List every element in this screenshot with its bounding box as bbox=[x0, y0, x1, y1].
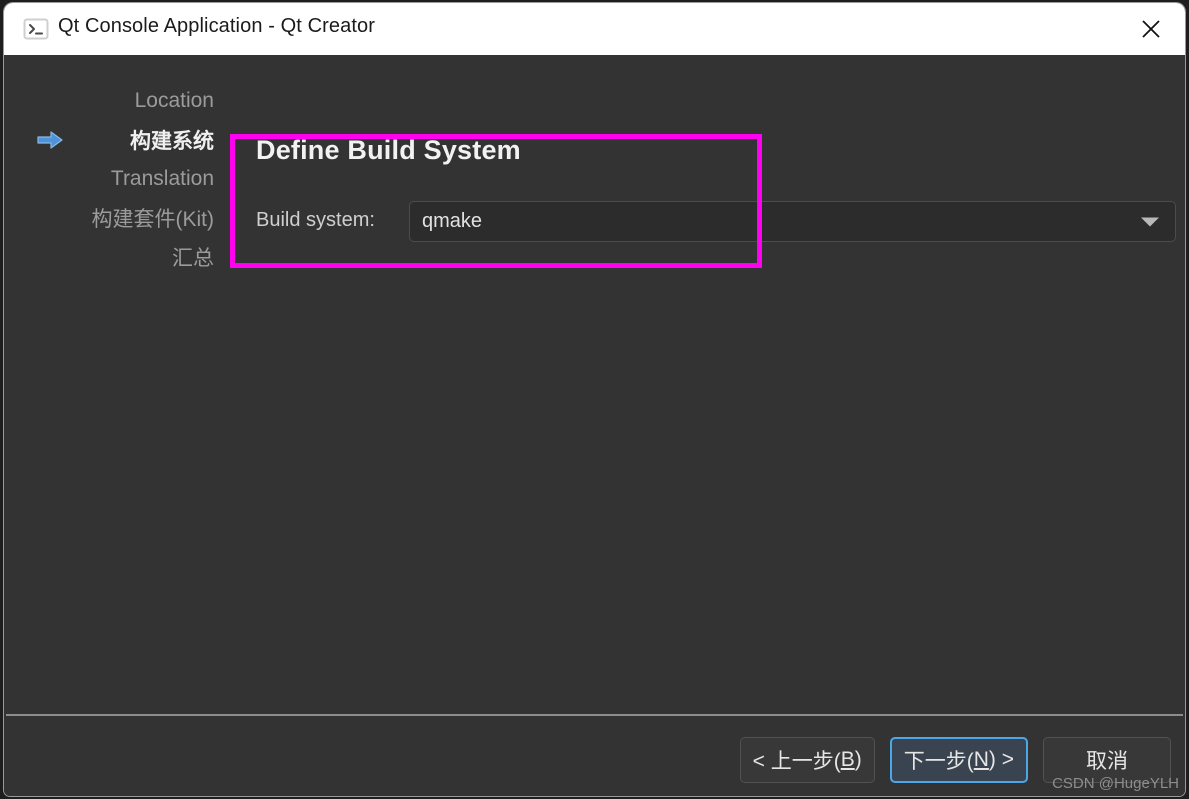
back-button-pre: < 上一步( bbox=[752, 750, 841, 773]
watermark: CSDN @HugeYLH bbox=[1052, 775, 1179, 792]
build-system-label: Build system: bbox=[256, 209, 375, 231]
close-icon[interactable] bbox=[1123, 3, 1179, 55]
footer-separator bbox=[6, 714, 1183, 716]
sidebar-item-summary[interactable]: 汇总 bbox=[4, 237, 232, 276]
wizard-steps-sidebar: Location 构建系统 Translation 构建套件(Kit) 汇总 bbox=[4, 81, 232, 276]
sidebar-item-label: Location bbox=[134, 88, 214, 112]
chevron-down-icon[interactable] bbox=[1141, 217, 1159, 226]
build-system-value: qmake bbox=[422, 210, 483, 232]
next-button-post: ) > bbox=[988, 748, 1014, 771]
back-button[interactable]: < 上一步(B) bbox=[739, 737, 875, 783]
arrow-right-icon bbox=[36, 130, 64, 150]
window-title: Qt Console Application - Qt Creator bbox=[58, 15, 375, 37]
sidebar-item-kit[interactable]: 构建套件(Kit) bbox=[4, 198, 232, 237]
back-button-mnemonic: B bbox=[840, 748, 855, 771]
page-title: Define Build System bbox=[256, 135, 521, 165]
title-bar: Qt Console Application - Qt Creator bbox=[4, 3, 1185, 55]
build-system-field-row: Build system: qmake bbox=[256, 201, 1176, 242]
dialog-body: Location 构建系统 Translation 构建套件(Kit) 汇总 D… bbox=[4, 55, 1185, 796]
next-button[interactable]: 下一步(N) > bbox=[889, 737, 1028, 783]
sidebar-item-build-system[interactable]: 构建系统 bbox=[4, 120, 232, 159]
next-button-mnemonic: N bbox=[973, 748, 989, 771]
back-button-post: ) bbox=[854, 748, 862, 771]
sidebar-item-label: 构建系统 bbox=[130, 129, 214, 153]
cancel-button-label: 取消 bbox=[1086, 750, 1128, 773]
sidebar-item-label: 构建套件(Kit) bbox=[91, 207, 215, 231]
sidebar-item-label: 汇总 bbox=[172, 246, 214, 270]
console-icon bbox=[23, 17, 49, 41]
sidebar-item-label: Translation bbox=[110, 166, 214, 190]
dialog-window: Qt Console Application - Qt Creator Loca… bbox=[4, 3, 1185, 796]
next-button-pre: 下一步( bbox=[903, 750, 974, 773]
build-system-combobox[interactable]: qmake bbox=[409, 201, 1176, 242]
sidebar-item-location[interactable]: Location bbox=[4, 81, 232, 120]
sidebar-item-translation[interactable]: Translation bbox=[4, 159, 232, 198]
